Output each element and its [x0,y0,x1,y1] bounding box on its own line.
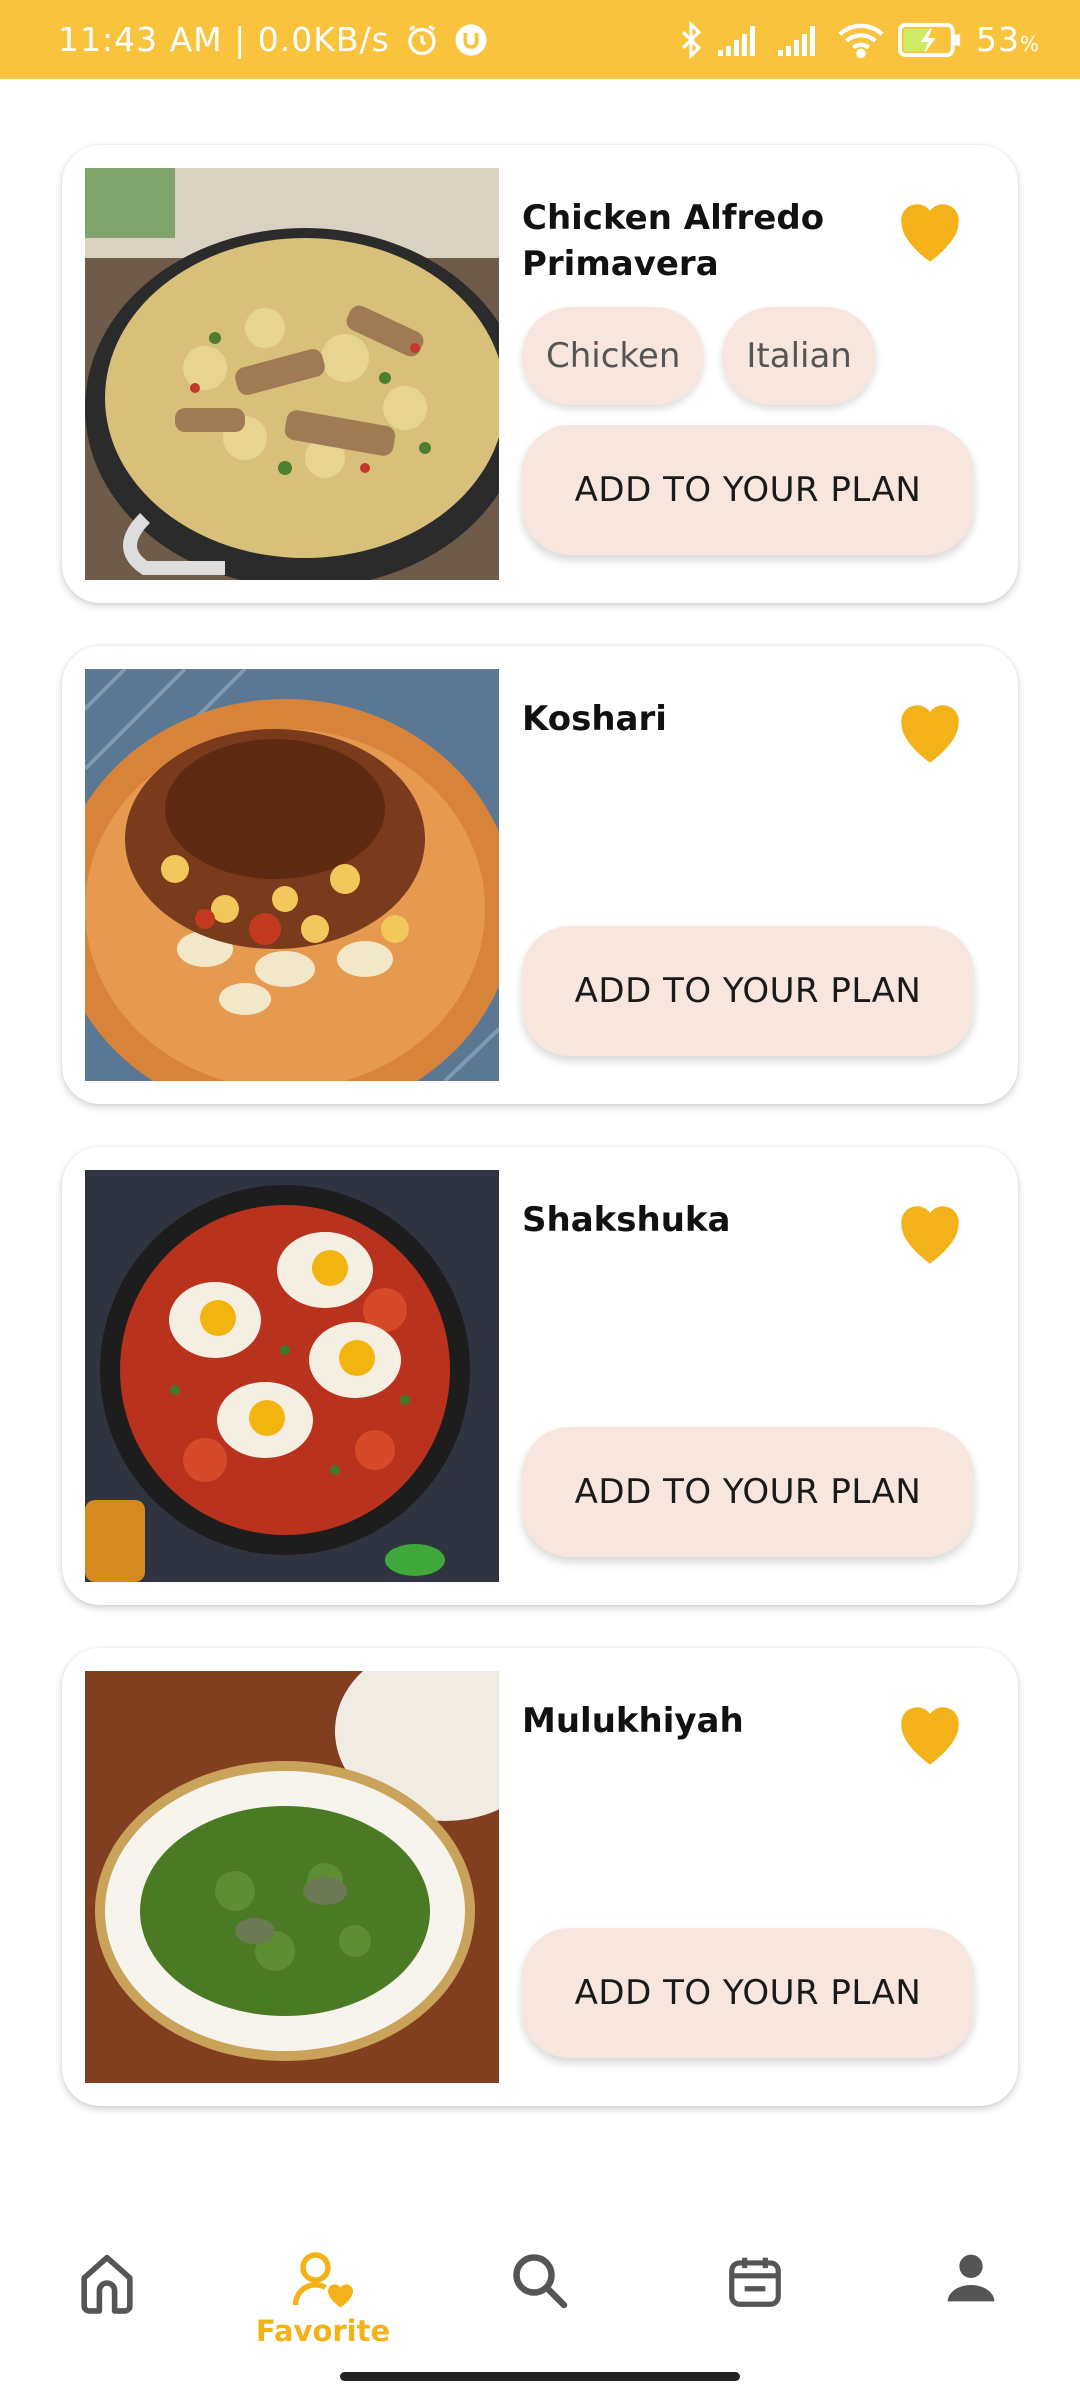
recipe-card[interactable]: Shakshuka ADD TO YOUR PLAN [62,1147,1018,1605]
alarm-icon [404,22,440,58]
status-left: 11:43 AM | 0.0KB/s [58,20,488,59]
search-icon [513,2254,568,2309]
favorite-heart-icon[interactable] [892,195,968,265]
status-bar: 11:43 AM | 0.0KB/s 53% [0,0,1080,79]
favorite-heart-icon[interactable] [892,1698,968,1768]
profile-icon [947,2254,995,2302]
add-to-plan-button[interactable]: ADD TO YOUR PLAN [522,926,974,1056]
favorite-icon [292,2252,353,2308]
signal-1-icon [717,24,764,56]
recipe-title: Chicken Alfredo Primavera [522,198,825,284]
nav-favorite-label: Favorite [255,2314,391,2348]
nav-favorite[interactable]: Favorite [248,2250,398,2360]
tag-chip[interactable]: Italian [722,307,876,405]
home-icon [81,2254,133,2314]
battery-charging-icon [897,22,962,57]
shakshuka-image [85,1170,499,1582]
battery-unit: % [1019,32,1040,56]
recipe-card[interactable]: Chicken Alfredo Primavera Chicken Italia… [62,145,1018,603]
add-to-plan-button[interactable]: ADD TO YOUR PLAN [522,1427,974,1557]
signal-2-icon [777,24,824,56]
nav-profile[interactable] [896,2250,1046,2360]
pasta-pan-image [85,168,499,580]
recipe-image[interactable] [85,1170,499,1582]
recipe-image[interactable] [85,1671,499,2083]
battery-value: 53 [975,20,1020,59]
recipe-card[interactable]: Koshari ADD TO YOUR PLAN [62,646,1018,1104]
recipe-title: Mulukhiyah [522,1701,744,1741]
favorite-heart-icon[interactable] [892,696,968,766]
calendar-icon [729,2257,781,2307]
recipe-tags: Chicken Italian [522,307,876,405]
favorites-list[interactable]: Chicken Alfredo Primavera Chicken Italia… [0,79,1080,2199]
nav-search[interactable] [464,2250,614,2360]
recipe-image[interactable] [85,168,499,580]
recipe-card[interactable]: Mulukhiyah ADD TO YOUR PLAN [62,1648,1018,2106]
recipe-image[interactable] [85,669,499,1081]
recipe-title: Shakshuka [522,1200,731,1240]
bottom-navigation: Favorite [0,2200,1080,2400]
status-time: 11:43 AM | 0.0KB/s [58,20,390,59]
add-to-plan-button[interactable]: ADD TO YOUR PLAN [522,1928,974,2058]
nav-home[interactable] [32,2250,182,2360]
koshari-image [85,669,499,1081]
favorite-heart-icon[interactable] [892,1197,968,1267]
app-notification-icon [454,23,488,57]
status-right: 53% [678,20,1040,59]
nav-plan[interactable] [680,2250,830,2360]
wifi-icon [838,22,884,58]
recipe-title: Koshari [522,699,667,739]
battery-percent: 53% [976,20,1040,59]
home-indicator[interactable] [340,2372,740,2381]
mulukhiyah-image [85,1671,499,2083]
add-to-plan-button[interactable]: ADD TO YOUR PLAN [522,425,974,555]
bluetooth-icon [678,20,704,59]
tag-chip[interactable]: Chicken [522,307,705,405]
